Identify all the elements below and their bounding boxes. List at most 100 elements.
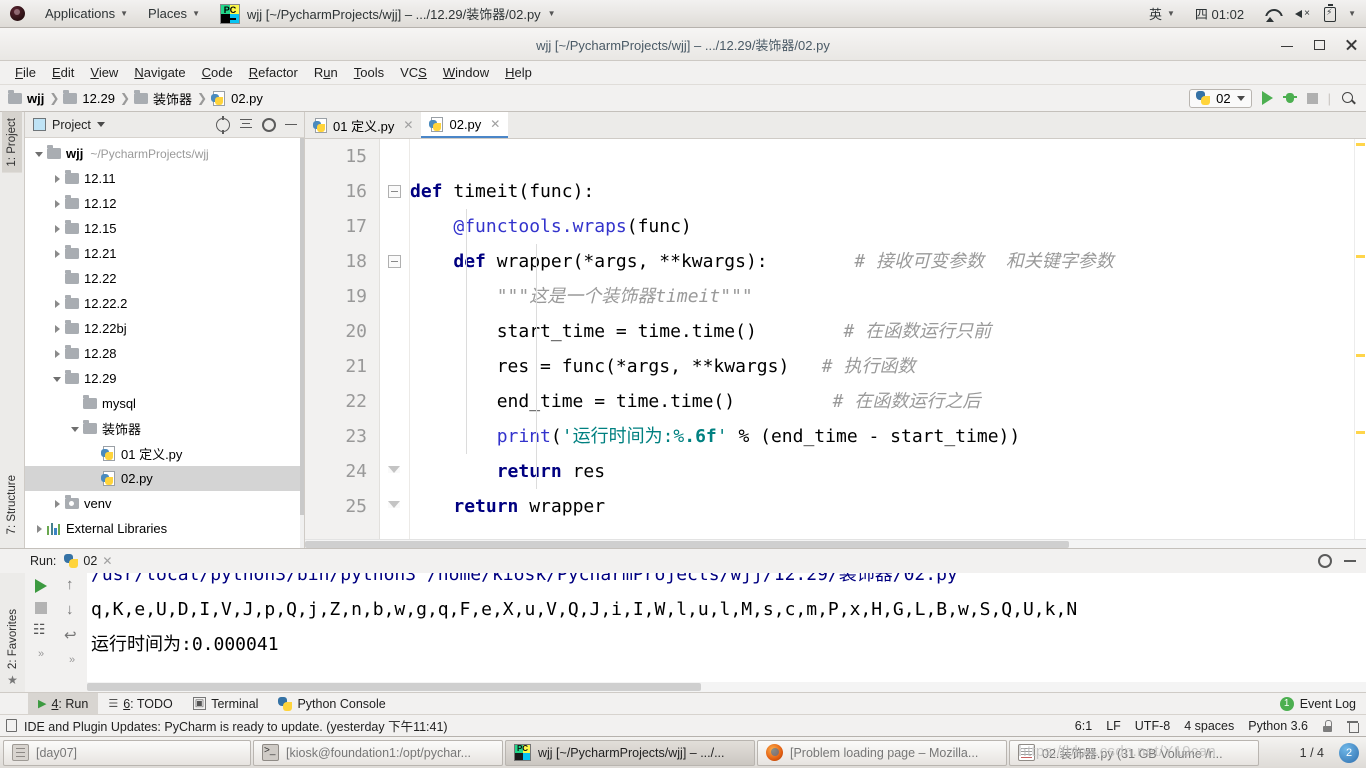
chevron-right-icon[interactable] [51, 347, 64, 360]
taskbar-item-firefox[interactable]: [Problem loading page – Mozilla... [757, 739, 1007, 766]
activities-logo[interactable] [0, 0, 35, 28]
tool-tab-run[interactable]: ▶ 4: Run [28, 692, 99, 715]
more-actions-button[interactable]: » [38, 648, 44, 660]
run-console-output[interactable]: /usr/local/python3/bin/python3 /home/kio… [87, 573, 1366, 692]
tree-node[interactable]: wjj ~/PycharmProjects/wjj [25, 141, 304, 166]
code-text-area[interactable]: def timeit(func): @functools.wraps(func)… [410, 139, 1366, 539]
run-tab-02[interactable]: 02 ✕ [64, 554, 112, 568]
run-button[interactable] [1261, 91, 1273, 105]
menu-code[interactable]: Code [194, 62, 241, 84]
chevron-down-icon[interactable] [96, 122, 105, 127]
caret-position[interactable]: 6:1 [1075, 719, 1092, 733]
project-tree[interactable]: wjj ~/PycharmProjects/wjj 12.11 12.12 12.15 1… [25, 138, 304, 548]
file-encoding[interactable]: UTF-8 [1135, 719, 1170, 733]
chevron-right-icon[interactable] [51, 322, 64, 335]
stop-button[interactable] [1306, 92, 1318, 104]
menu-tools[interactable]: Tools [346, 62, 392, 84]
close-icon[interactable]: ✕ [490, 117, 500, 131]
tree-node[interactable]: 12.22.2 [25, 291, 304, 316]
sidebar-tab-structure[interactable]: 7: Structure [2, 469, 22, 540]
tree-node[interactable]: 12.21 [25, 241, 304, 266]
editor-marker-rail[interactable] [1354, 139, 1366, 539]
tree-node[interactable]: 01 定义.py [25, 441, 304, 466]
gear-icon[interactable] [1318, 554, 1332, 568]
applications-menu[interactable]: Applications ▼ [35, 0, 138, 28]
tree-node[interactable]: mysql [25, 391, 304, 416]
collapse-all-icon[interactable] [239, 118, 253, 132]
tree-node[interactable]: venv [25, 491, 304, 516]
breadcrumb-item-decorator[interactable]: 装饰器 [134, 89, 195, 108]
close-button[interactable] [1342, 36, 1360, 54]
menu-run[interactable]: Run [306, 62, 346, 84]
sidebar-tab-favorites[interactable]: 2: Favorites [4, 605, 22, 673]
tool-tab-todo[interactable]: ☰ 6: TODO [98, 693, 182, 715]
locate-target-icon[interactable] [216, 115, 230, 134]
menu-vcs[interactable]: VCS [392, 62, 435, 84]
settings-gear-icon[interactable] [262, 117, 276, 132]
tree-node[interactable]: 12.15 [25, 216, 304, 241]
breadcrumb-item-file[interactable]: 02.py [211, 90, 266, 106]
lock-icon[interactable] [1322, 719, 1333, 732]
chevron-down-icon[interactable] [33, 147, 46, 160]
menu-edit[interactable]: Edit [44, 62, 82, 84]
menu-help[interactable]: Help [497, 62, 540, 84]
breadcrumb-item-1229[interactable]: 12.29 [63, 89, 118, 106]
soft-wrap-button[interactable] [64, 626, 80, 645]
scroll-down-button[interactable] [64, 601, 80, 620]
console-horizontal-scrollbar[interactable] [87, 682, 1366, 692]
tree-node[interactable]: 12.12 [25, 191, 304, 216]
stop-button[interactable] [35, 602, 47, 614]
taskbar-item-files[interactable]: [day07] [3, 739, 251, 766]
chevron-down-icon[interactable] [69, 422, 82, 435]
code-editor[interactable]: 15 16 17 18 19 20 21 22 23 24 25 def timeit(func):… [305, 139, 1366, 539]
chevron-right-icon[interactable] [51, 172, 64, 185]
chevron-right-icon[interactable] [33, 522, 46, 535]
editor-horizontal-scrollbar[interactable] [305, 539, 1366, 548]
tool-tab-python-console[interactable]: Python Console [268, 693, 395, 715]
workspace-switcher-button[interactable]: 2 [1339, 742, 1359, 763]
indent-setting[interactable]: 4 spaces [1184, 719, 1234, 733]
favorites-star-icon[interactable]: ★ [7, 673, 18, 690]
sidebar-tab-project[interactable]: 1: Project [2, 112, 22, 173]
rerun-button[interactable] [35, 579, 47, 593]
run-configuration-selector[interactable]: 02 [1189, 88, 1252, 108]
fold-end-icon[interactable] [388, 466, 400, 473]
taskbar-item-terminal[interactable]: [kiosk@foundation1:/opt/pychar... [253, 739, 503, 766]
tree-node[interactable]: 12.22 [25, 266, 304, 291]
tree-node[interactable]: External Libraries [25, 516, 304, 541]
print-button[interactable] [33, 621, 49, 639]
scroll-up-button[interactable] [64, 576, 80, 595]
code-folding-strip[interactable] [380, 139, 410, 539]
breadcrumb-item-wjj[interactable]: wjj [8, 89, 47, 106]
close-icon[interactable]: ✕ [102, 554, 112, 568]
menu-view[interactable]: View [82, 62, 126, 84]
workspace-indicator[interactable]: 1 / 4 [1293, 744, 1331, 762]
chevron-right-icon[interactable] [51, 247, 64, 260]
tool-tab-terminal[interactable]: ▣ Terminal [183, 693, 269, 715]
more-actions-button[interactable]: » [69, 654, 75, 666]
tree-node[interactable]: 02.py [25, 466, 304, 491]
trash-icon[interactable] [1347, 719, 1359, 733]
fold-collapse-icon[interactable] [388, 185, 401, 198]
chevron-right-icon[interactable] [51, 297, 64, 310]
hide-icon[interactable] [285, 123, 297, 126]
chevron-right-icon[interactable] [51, 497, 64, 510]
maximize-button[interactable] [1310, 36, 1328, 54]
active-window-menu[interactable]: PC wjj [~/PycharmProjects/wjj] – .../12.… [210, 0, 566, 28]
menu-window[interactable]: Window [435, 62, 497, 84]
status-message[interactable]: IDE and Plugin Updates: PyCharm is ready… [24, 716, 448, 735]
system-status-area[interactable]: ▼ [1254, 0, 1366, 28]
chevron-right-icon[interactable] [51, 222, 64, 235]
search-everywhere-button[interactable] [1341, 91, 1356, 106]
places-menu[interactable]: Places ▼ [138, 0, 210, 28]
event-log-area[interactable]: 1 Event Log [1279, 696, 1366, 711]
fold-end-icon[interactable] [388, 501, 400, 508]
tree-node[interactable]: 装饰器 [25, 416, 304, 441]
tree-node[interactable]: 12.28 [25, 341, 304, 366]
close-icon[interactable]: ✕ [403, 118, 413, 132]
tree-node[interactable]: 12.22bj [25, 316, 304, 341]
project-tree-scrollbar[interactable] [300, 138, 304, 548]
tree-node[interactable]: 12.29 [25, 366, 304, 391]
input-method-indicator[interactable]: 英 ▼ [1139, 0, 1185, 28]
taskbar-item-pycharm[interactable]: PC wjj [~/PycharmProjects/wjj] – .../... [505, 739, 755, 766]
